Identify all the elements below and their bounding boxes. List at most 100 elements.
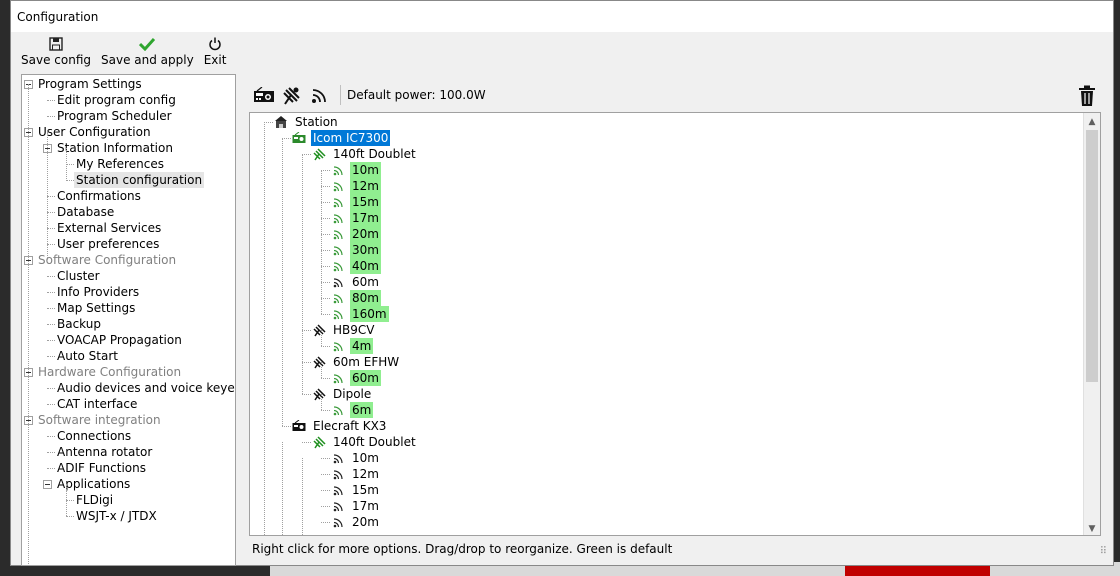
floppy-icon: [47, 35, 65, 53]
station-tree-item[interactable]: 12m: [331, 466, 381, 482]
tree-item[interactable]: VOACAP Propagation: [57, 332, 182, 348]
delete-button[interactable]: [1076, 84, 1098, 108]
resize-grip-icon[interactable]: ⠿: [1100, 546, 1107, 557]
station-tree[interactable]: ▲ ▼ Station Icom IC7300 140ft Doublet 10m 12…: [249, 112, 1101, 536]
band-icon: [331, 339, 345, 353]
station-tree-item[interactable]: 12m: [331, 178, 381, 194]
station-tree-label: 160m: [350, 306, 389, 322]
tree-item[interactable]: Antenna rotator: [57, 444, 152, 460]
radio-icon: [292, 131, 306, 145]
station-tree-item[interactable]: Icom IC7300: [292, 130, 391, 146]
station-tree-label: 40m: [350, 258, 381, 274]
trash-icon: [1079, 85, 1095, 106]
tree-item[interactable]: Confirmations: [57, 188, 141, 204]
scroll-thumb[interactable]: [1086, 130, 1098, 382]
tree-item[interactable]: External Services: [57, 220, 161, 236]
station-tree-label: Icom IC7300: [311, 130, 391, 146]
settings-tree: Program Settings Edit program config Progr…: [21, 74, 236, 566]
tree-item[interactable]: User preferences: [57, 236, 159, 252]
station-tree-item[interactable]: 10m: [331, 450, 381, 466]
station-tree-label: 12m: [350, 178, 381, 194]
tree-item[interactable]: Software integration: [38, 412, 161, 428]
station-tree-item[interactable]: Station: [274, 114, 340, 130]
station-tree-item[interactable]: 15m: [331, 194, 381, 210]
add-band-button[interactable]: [308, 83, 332, 107]
tree-item[interactable]: Audio devices and voice keyer: [57, 380, 235, 396]
exit-button[interactable]: Exit: [200, 32, 231, 70]
add-radio-button[interactable]: [252, 83, 276, 107]
antenna-icon: [312, 355, 326, 369]
station-tree-label: 15m: [352, 483, 379, 497]
tree-item[interactable]: My References: [76, 156, 164, 172]
band-icon: [331, 403, 345, 417]
station-tree-item[interactable]: 80m: [331, 290, 381, 306]
tree-item[interactable]: Hardware Configuration: [38, 364, 181, 380]
station-tree-item[interactable]: 40m: [331, 258, 381, 274]
antenna-icon: [312, 323, 326, 337]
band-icon: [331, 275, 345, 289]
configuration-window: Configuration Save config Save and apply…: [10, 0, 1114, 566]
tree-item[interactable]: Info Providers: [57, 284, 139, 300]
tree-item[interactable]: Backup: [57, 316, 101, 332]
power-icon: [206, 35, 224, 53]
station-tree-label: 17m: [350, 210, 381, 226]
tree-item[interactable]: FLDigi: [76, 492, 113, 508]
station-tree-label: 6m: [350, 402, 374, 418]
station-tree-item[interactable]: 20m: [331, 226, 381, 242]
station-tree-item[interactable]: 15m: [331, 482, 381, 498]
station-tree-label: 10m: [350, 162, 381, 178]
station-tree-item[interactable]: 17m: [331, 498, 381, 514]
station-tree-item[interactable]: 60m: [331, 370, 381, 386]
station-tree-label: 140ft Doublet: [333, 147, 416, 161]
tree-item[interactable]: Station configuration: [74, 172, 205, 188]
station-tree-item[interactable]: 60m EFHW: [312, 354, 401, 370]
station-tree-item[interactable]: 6m: [331, 402, 374, 418]
tree-item[interactable]: Cluster: [57, 268, 100, 284]
expand-collapse-icon[interactable]: [43, 480, 52, 489]
antenna-icon: [312, 435, 326, 449]
tree-item[interactable]: Database: [57, 204, 114, 220]
tree-item[interactable]: User Configuration: [38, 124, 151, 140]
station-tree-item[interactable]: 20m: [331, 514, 381, 530]
station-tree-label: 12m: [352, 467, 379, 481]
tree-item[interactable]: Applications: [57, 476, 130, 492]
band-icon: [331, 243, 345, 257]
station-tree-item[interactable]: 30m: [331, 242, 381, 258]
tree-item[interactable]: Software Configuration: [38, 252, 176, 268]
window-title: Configuration: [17, 9, 99, 24]
save-apply-button[interactable]: Save and apply: [97, 32, 198, 70]
band-icon: [331, 483, 345, 497]
antenna-icon: [283, 87, 300, 105]
station-tree-item[interactable]: 140ft Doublet: [312, 146, 418, 162]
station-tree-item[interactable]: 140ft Doublet: [312, 434, 418, 450]
save-config-button[interactable]: Save config: [17, 32, 95, 70]
tree-item[interactable]: Map Settings: [57, 300, 135, 316]
station-tree-item[interactable]: 60m: [331, 274, 381, 290]
station-tree-item[interactable]: 160m: [331, 306, 389, 322]
tree-item[interactable]: Auto Start: [57, 348, 118, 364]
tree-item[interactable]: Program Scheduler: [57, 108, 172, 124]
tree-item[interactable]: Program Settings: [38, 76, 142, 92]
tree-item[interactable]: WSJT-x / JTDX: [76, 508, 157, 524]
station-tree-item[interactable]: 10m: [331, 162, 381, 178]
save-config-label: Save config: [21, 53, 91, 67]
station-tree-item[interactable]: Elecraft KX3: [292, 418, 388, 434]
scroll-down-arrow-icon[interactable]: ▼: [1084, 520, 1100, 535]
vertical-scrollbar[interactable]: ▲ ▼: [1083, 113, 1100, 535]
antenna-icon: [312, 387, 326, 401]
main-toolbar: Save config Save and apply Exit: [11, 32, 1113, 72]
scroll-up-arrow-icon[interactable]: ▲: [1084, 113, 1100, 130]
tree-item[interactable]: Edit program config: [57, 92, 176, 108]
station-tree-item[interactable]: 17m: [331, 210, 381, 226]
station-tree-item[interactable]: 4m: [331, 338, 374, 354]
add-antenna-button[interactable]: [280, 83, 304, 107]
tree-item[interactable]: CAT interface: [57, 396, 137, 412]
station-tree-label: 30m: [350, 242, 381, 258]
tree-item[interactable]: Connections: [57, 428, 131, 444]
station-config-panel: Default power: 100.0W ▲ ▼ Station Icom IC…: [248, 80, 1102, 536]
tree-item[interactable]: ADIF Functions: [57, 460, 146, 476]
band-icon: [331, 259, 345, 273]
band-icon: [312, 89, 326, 103]
tree-item[interactable]: Station Information: [57, 140, 173, 156]
antenna-icon: [312, 147, 326, 161]
